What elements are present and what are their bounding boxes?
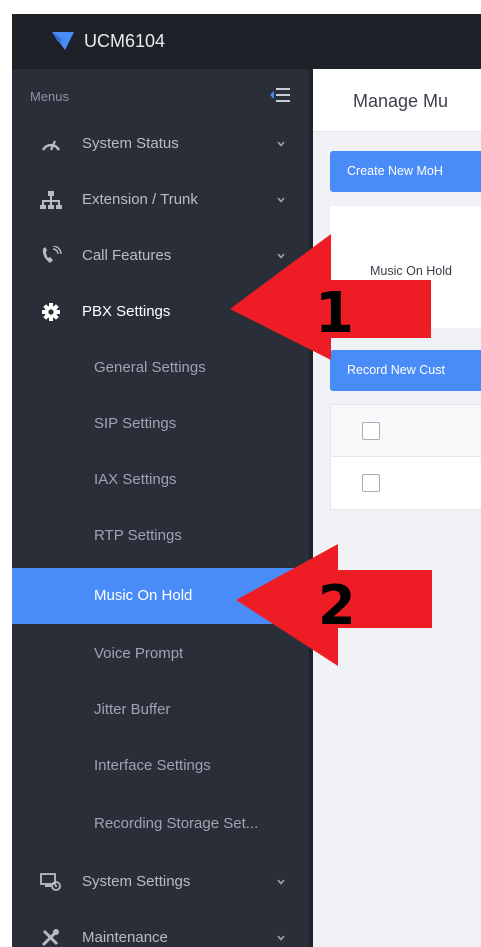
main-content: Manage Mu Create New MoH Music On Hold R… <box>313 69 481 947</box>
select-all-checkbox[interactable] <box>362 422 380 440</box>
sidebar-item-label: Extension / Trunk <box>82 191 198 208</box>
sidebar-subitem-iax-settings[interactable]: IAX Settings <box>12 452 309 508</box>
sidebar-subitem-label: RTP Settings <box>94 527 182 544</box>
chevron-down-icon <box>277 197 285 203</box>
sidebar-item-extension-trunk[interactable]: Extension / Trunk <box>12 172 309 228</box>
tools-icon <box>41 929 59 947</box>
sidebar-item-system-status[interactable]: System Status <box>12 116 309 172</box>
phone-icon <box>42 246 62 263</box>
table-row <box>331 457 481 509</box>
grandstream-logo-icon <box>52 32 74 50</box>
system-settings-icon <box>40 873 61 891</box>
sidebar-item-label: Call Features <box>82 247 172 264</box>
page-title: Manage Mu <box>353 91 449 111</box>
sidebar-item-label: PBX Settings <box>82 303 171 320</box>
sidebar-subitem-interface-settings[interactable]: Interface Settings <box>12 738 309 794</box>
annotation-arrow-2: 2 <box>236 544 432 666</box>
chevron-down-icon <box>277 879 285 885</box>
sidebar-item-label: Maintenance <box>82 929 168 946</box>
network-icon <box>40 191 62 209</box>
page-header: Manage Mu <box>313 69 481 132</box>
moh-table <box>330 404 481 510</box>
collapse-menu-icon[interactable] <box>268 85 292 105</box>
sidebar-subitem-label: Interface Settings <box>94 757 211 774</box>
annotation-arrow-1: 1 <box>230 234 431 360</box>
table-header-row <box>331 405 481 457</box>
sidebar-item-system-settings[interactable]: System Settings <box>12 854 309 910</box>
sidebar-subitem-label: SIP Settings <box>94 415 177 432</box>
sidebar: Menus System Status Extension / Trunk Ca… <box>12 69 313 947</box>
sidebar-subitem-label: Jitter Buffer <box>94 701 171 718</box>
gauge-icon <box>41 140 61 151</box>
sidebar-subitem-label: Music On Hold <box>94 587 193 604</box>
row-checkbox[interactable] <box>362 474 380 492</box>
menus-label: Menus <box>30 89 70 104</box>
gear-icon <box>42 303 60 321</box>
sidebar-subitem-label: Recording Storage Set... <box>94 815 259 832</box>
sidebar-subitem-label: IAX Settings <box>94 471 177 488</box>
chevron-down-icon <box>277 141 285 147</box>
create-new-moh-button[interactable]: Create New MoH <box>330 151 481 192</box>
sidebar-subitem-recording-storage-settings[interactable]: Recording Storage Set... <box>12 796 309 852</box>
sidebar-item-maintenance[interactable]: Maintenance <box>12 910 309 947</box>
chevron-down-icon <box>277 935 285 941</box>
top-bar: UCM6104 <box>12 14 481 69</box>
sidebar-subitem-sip-settings[interactable]: SIP Settings <box>12 396 309 452</box>
sidebar-item-label: System Settings <box>82 873 191 890</box>
sidebar-subitem-label: General Settings <box>94 359 206 376</box>
sidebar-subitem-jitter-buffer[interactable]: Jitter Buffer <box>12 682 309 738</box>
sidebar-item-label: System Status <box>82 135 179 152</box>
annotation-number-2: 2 <box>318 574 356 637</box>
sidebar-subitem-label: Voice Prompt <box>94 645 184 662</box>
annotation-number-1: 1 <box>315 281 354 346</box>
app-title: UCM6104 <box>84 31 166 51</box>
